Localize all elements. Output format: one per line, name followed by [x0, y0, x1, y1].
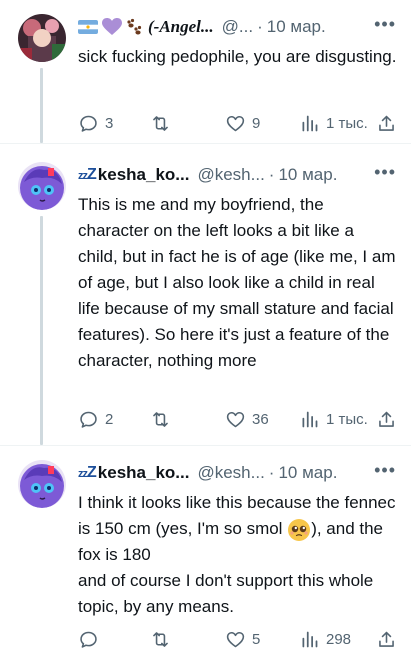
- views-count: 1 тыс.: [326, 114, 368, 132]
- pleading-face-icon: [288, 518, 311, 541]
- display-name[interactable]: kesha_ko...: [98, 165, 190, 185]
- more-icon[interactable]: •••: [374, 460, 396, 481]
- views-count: 1 тыс.: [326, 410, 368, 428]
- like-count: 36: [252, 410, 269, 428]
- tweet-text-part-3: and of course I don't support this whole…: [78, 571, 374, 616]
- like-count: 9: [252, 114, 261, 132]
- tweet-actions: 2 36 1 тыс.: [78, 408, 398, 430]
- reply-count: 2: [105, 410, 114, 428]
- views-button[interactable]: 298: [299, 629, 351, 650]
- share-icon: [379, 411, 394, 427]
- retweet-icon: [153, 411, 168, 427]
- tweet-text: sick fucking pedophile, you are disgusti…: [78, 47, 397, 66]
- retweet-button[interactable]: [150, 629, 177, 650]
- views-icon: [302, 631, 318, 647]
- thread-line: [40, 216, 43, 445]
- user-handle[interactable]: @kesh...: [197, 463, 264, 483]
- thread-line: [40, 68, 43, 143]
- retweet-icon: [153, 631, 168, 647]
- like-count: 5: [252, 630, 261, 648]
- display-name[interactable]: kesha_ko...: [98, 463, 190, 483]
- tweet-text: This is me and my boyfriend, the charact…: [78, 195, 396, 370]
- separator-dot: ·: [268, 463, 275, 482]
- more-icon[interactable]: •••: [374, 162, 396, 183]
- reply-icon: [80, 631, 97, 648]
- reply-button[interactable]: [78, 629, 105, 650]
- views-icon: [302, 115, 318, 131]
- like-icon: [226, 411, 245, 427]
- user-handle[interactable]: @kesh...: [197, 165, 264, 185]
- reply-button[interactable]: 3: [78, 113, 113, 134]
- separator-dot: ·: [257, 17, 263, 36]
- display-name[interactable]: (-Angel...: [148, 17, 214, 37]
- reply-icon: [80, 411, 97, 428]
- tweet-header: zzZ kesha_ko... @kesh... · 10 мар. •••: [78, 460, 396, 484]
- argentina-flag-icon: [78, 20, 98, 34]
- retweet-button[interactable]: [150, 409, 177, 430]
- avatar[interactable]: [18, 162, 66, 210]
- tweet-date[interactable]: 10 мар.: [278, 463, 337, 483]
- avatar[interactable]: [18, 14, 66, 62]
- purple-heart-icon: [102, 18, 122, 35]
- share-button[interactable]: [376, 629, 397, 650]
- views-count: 298: [326, 630, 352, 648]
- zzz-icon: zzZ: [78, 464, 97, 481]
- share-icon: [379, 115, 394, 131]
- like-button[interactable]: 5: [225, 629, 260, 650]
- like-icon: [226, 115, 245, 131]
- retweet-icon: [153, 115, 168, 131]
- paw-prints-icon: [127, 18, 142, 35]
- tweet-actions: 5 298: [78, 628, 398, 650]
- tweet-date[interactable]: 10 мар.: [267, 17, 326, 37]
- views-icon: [302, 411, 318, 427]
- share-button[interactable]: [376, 409, 397, 430]
- share-button[interactable]: [376, 113, 397, 134]
- separator-dot: ·: [268, 165, 275, 184]
- tweet-header: zzZ kesha_ko... @kesh... · 10 мар. •••: [78, 162, 396, 186]
- tweet-1[interactable]: (-Angel... @... · 10 мар. ••• sick fucki…: [0, 0, 411, 143]
- tweet-text: I think it looks like this because the f…: [78, 490, 398, 620]
- tweet-actions: 3 9 1 тыс.: [78, 112, 398, 134]
- tweet-3[interactable]: zzZ kesha_ko... @kesh... · 10 мар. ••• I…: [0, 446, 411, 671]
- reply-icon: [80, 115, 97, 132]
- like-icon: [226, 631, 245, 647]
- divider: [0, 143, 411, 144]
- views-button[interactable]: 1 тыс.: [299, 409, 368, 430]
- reply-button[interactable]: 2: [78, 409, 113, 430]
- tweet-date[interactable]: 10 мар.: [278, 165, 337, 185]
- share-icon: [379, 631, 394, 647]
- like-button[interactable]: 36: [225, 409, 269, 430]
- user-handle[interactable]: @...: [222, 17, 253, 37]
- tweet-header: (-Angel... @... · 10 мар. •••: [78, 14, 396, 38]
- retweet-button[interactable]: [150, 113, 177, 134]
- avatar[interactable]: [18, 460, 66, 508]
- reply-count: 3: [105, 114, 114, 132]
- tweet-2[interactable]: zzZ kesha_ko... @kesh... · 10 мар. ••• T…: [0, 148, 411, 445]
- more-icon[interactable]: •••: [374, 14, 396, 35]
- zzz-icon: zzZ: [78, 166, 97, 183]
- views-button[interactable]: 1 тыс.: [299, 113, 368, 134]
- like-button[interactable]: 9: [225, 113, 260, 134]
